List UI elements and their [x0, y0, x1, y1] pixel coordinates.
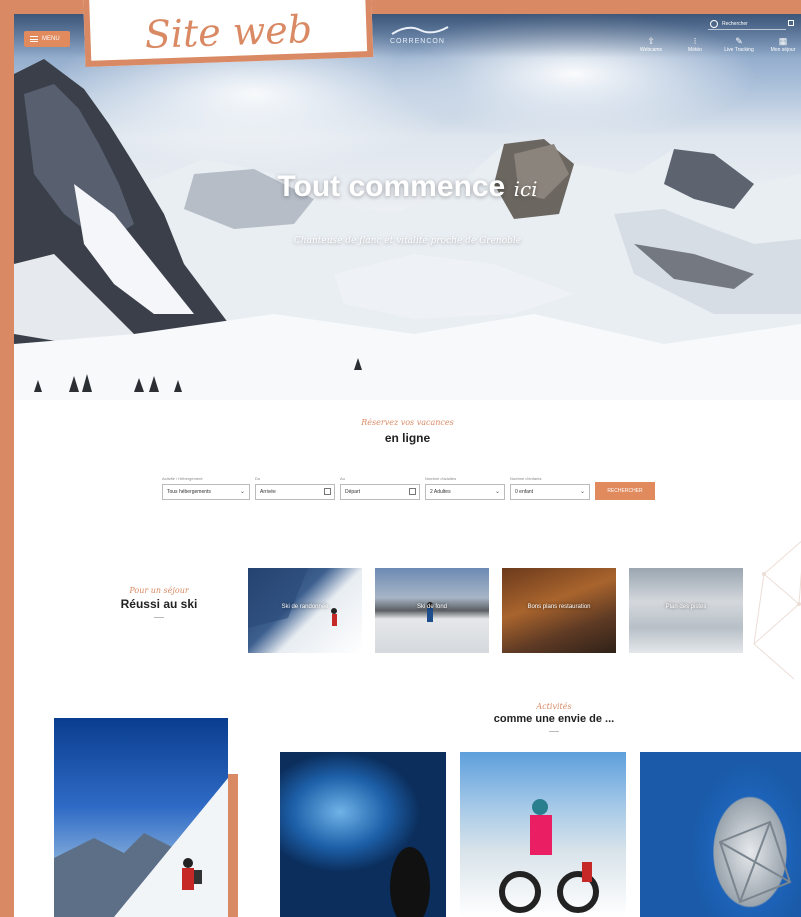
field-children: Nombre d'enfants 0 enfant ⌄: [510, 476, 590, 500]
logo-wave-icon: [391, 26, 449, 35]
date-value: Départ: [345, 489, 361, 495]
card-plan-pistes[interactable]: Plan des pistes: [629, 568, 743, 653]
field-label: Activité / Hébergement: [162, 476, 203, 481]
divider: [154, 617, 164, 618]
select-value: Tous hébergements: [167, 489, 211, 495]
tile-ice-cave[interactable]: [280, 752, 446, 917]
search-submit-button[interactable]: RECHERCHER: [595, 482, 655, 500]
reussi-kicker: Pour un séjour: [129, 586, 189, 595]
booking-kicker: Réservez vos vacances: [361, 418, 454, 427]
nav-label: Live Tracking: [724, 47, 754, 53]
card-label: Ski de randonnée: [281, 604, 329, 610]
select-value: 0 enfant: [515, 489, 534, 495]
booking-heading: Réservez vos vacances en ligne: [14, 418, 801, 445]
date-value: Arrivée: [260, 489, 276, 495]
chevron-down-icon: ⌄: [239, 489, 245, 495]
field-arrival: Du Arrivée: [255, 476, 335, 500]
card-label: Ski de fond: [416, 604, 448, 610]
field-adults: Nombre d'adultes 2 Adultes ⌄: [425, 476, 505, 500]
nav-webcams[interactable]: ⇧ Webcams: [634, 36, 668, 53]
card-restauration[interactable]: Bons plans restauration: [502, 568, 616, 653]
reussi-heading: Pour un séjour Réussi au ski: [104, 586, 214, 618]
adults-select[interactable]: 2 Adultes ⌄: [425, 484, 505, 500]
departure-date-input[interactable]: Départ: [340, 484, 420, 500]
card-image: [427, 602, 433, 622]
envie-title: comme une envie de ...: [493, 713, 615, 725]
reussi-title: Réussi au ski: [120, 597, 198, 611]
calendar-icon: ▦: [778, 36, 788, 46]
mountain-illustration: [14, 59, 801, 400]
search-placeholder: Rechercher: [722, 21, 748, 27]
weather-icon: ⁝: [693, 36, 697, 46]
page-frame: MENU CORRENCON Rechercher ⇧ Webcams ⁝ Mé…: [14, 14, 801, 917]
envie-kicker: Activités: [536, 702, 572, 711]
field-departure: Au Départ: [340, 476, 420, 500]
arrival-date-input[interactable]: Arrivée: [255, 484, 335, 500]
hamburger-icon: [30, 36, 38, 42]
ski-cards: Ski de randonnée Ski de fond Bons plans …: [248, 568, 743, 653]
card-label: Plan des pistes: [665, 604, 707, 610]
site-web-badge: Site web: [82, 0, 374, 68]
divider: [549, 731, 559, 732]
card-ski-randonnee[interactable]: Ski de randonnée: [248, 568, 362, 653]
envie-heading: Activités comme une envie de ...: [434, 702, 674, 732]
hero-banner: MENU CORRENCON Rechercher ⇧ Webcams ⁝ Mé…: [14, 14, 801, 400]
site-logo[interactable]: CORRENCON: [390, 24, 450, 45]
calendar-icon: [324, 488, 331, 495]
search-input[interactable]: Rechercher: [708, 18, 794, 30]
field-label: Au: [340, 476, 345, 481]
field-label: Du: [255, 476, 261, 481]
chevron-down-icon: ⌄: [494, 489, 500, 495]
badge-label: Site web: [143, 7, 313, 57]
field-accommodation: Activité / Hébergement Tous hébergements…: [162, 476, 250, 500]
calendar-icon: [409, 488, 416, 495]
tile-observatory[interactable]: [640, 752, 801, 917]
tile-image: [390, 847, 430, 917]
nav-meteo[interactable]: ⁝ Météo: [678, 36, 712, 53]
hero-title-main: Tout commence: [277, 170, 506, 203]
header-quick-links: ⇧ Webcams ⁝ Météo ✎ Live Tracking ▦ Mon …: [634, 36, 800, 53]
accommodation-select[interactable]: Tous hébergements ⌄: [162, 484, 250, 500]
hero-subtitle: Chanteuse de flanc et vitalité proche de…: [293, 236, 522, 246]
nav-mon-sejour[interactable]: ▦ Mon séjour: [766, 36, 800, 53]
decorative-line-icon: [753, 540, 801, 680]
hero-title-script: ici: [513, 177, 538, 201]
feature-image-skier[interactable]: [54, 718, 228, 917]
nav-label: Mon séjour: [770, 47, 796, 53]
hero-title: Tout commence ici: [14, 170, 801, 204]
select-value: 2 Adultes: [430, 489, 451, 495]
tile-fat-bike[interactable]: [460, 752, 626, 917]
card-label: Bons plans restauration: [527, 604, 591, 610]
menu-button[interactable]: MENU: [24, 31, 70, 47]
nav-live-tracking[interactable]: ✎ Live Tracking: [722, 36, 756, 53]
card-image: [248, 568, 337, 628]
chevron-down-icon: ⌄: [579, 489, 585, 495]
nav-label: Webcams: [639, 47, 663, 53]
field-label: Nombre d'adultes: [425, 476, 457, 481]
feature-image: [54, 778, 228, 917]
card-ski-fond[interactable]: Ski de fond: [375, 568, 489, 653]
search-icon: [710, 20, 718, 28]
booking-form: Activité / Hébergement Tous hébergements…: [162, 476, 655, 500]
nav-label: Météo: [688, 47, 702, 53]
tile-image: [718, 820, 792, 904]
camera-icon[interactable]: [788, 20, 794, 26]
children-select[interactable]: 0 enfant ⌄: [510, 484, 590, 500]
logo-text: CORRENCON: [390, 38, 445, 45]
booking-title: en ligne: [384, 431, 431, 445]
tracking-icon: ✎: [735, 36, 743, 46]
webcam-icon: ⇧: [647, 36, 655, 46]
menu-label: MENU: [42, 36, 60, 42]
field-label: Nombre d'enfants: [510, 476, 542, 481]
tile-image: [499, 799, 599, 913]
